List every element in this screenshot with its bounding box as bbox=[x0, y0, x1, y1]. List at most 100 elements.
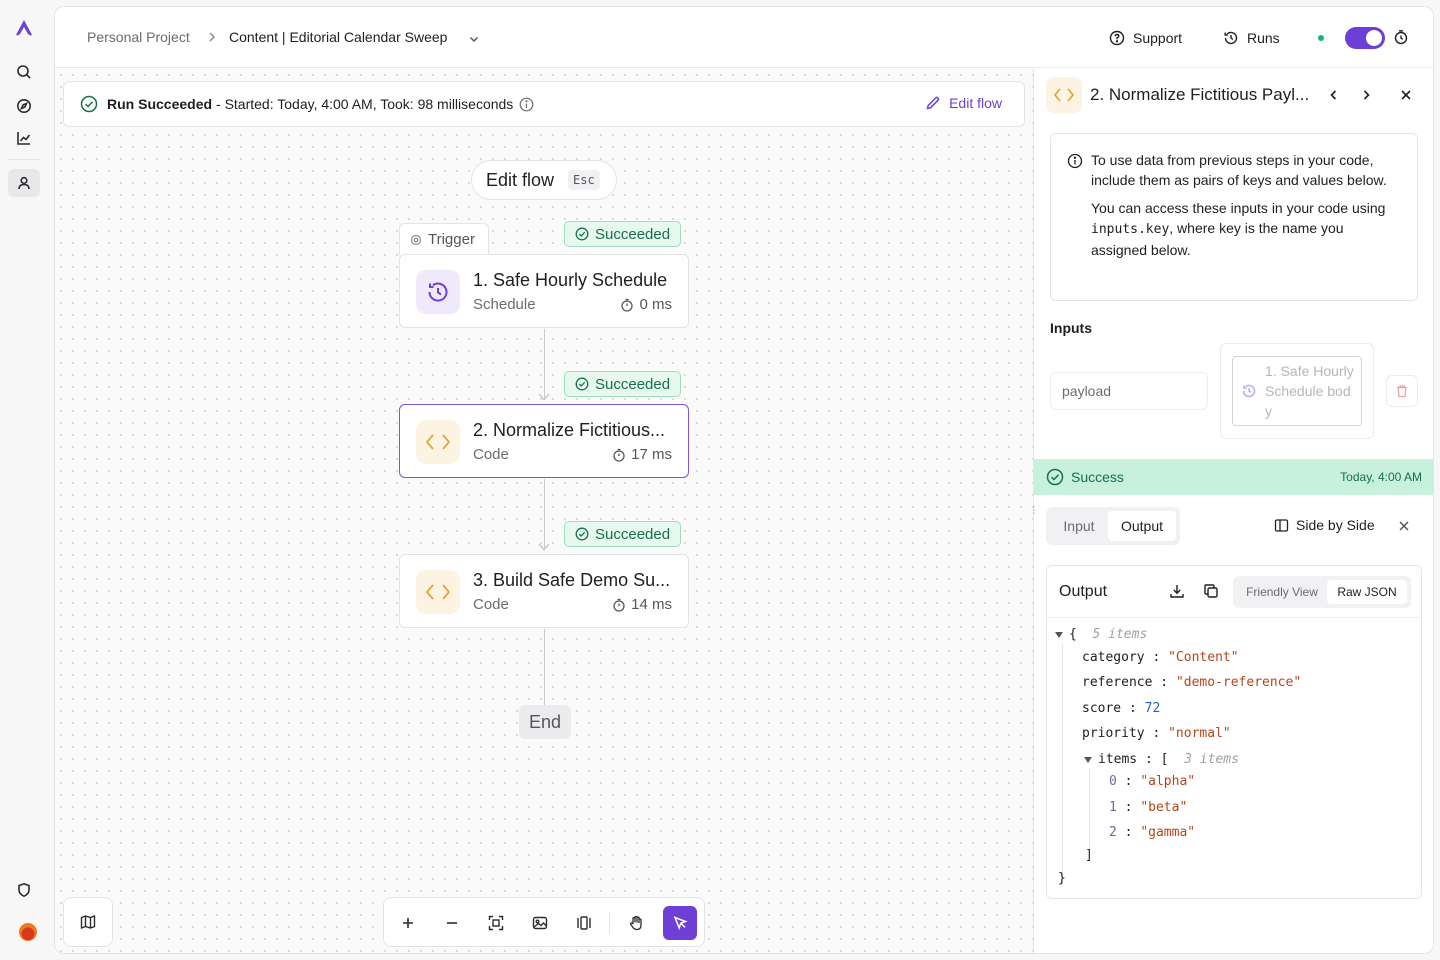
breadcrumb-project[interactable]: Personal Project bbox=[87, 29, 190, 45]
raw-json-option[interactable]: Raw JSON bbox=[1327, 580, 1407, 604]
result-timestamp: Today, 4:00 AM bbox=[1340, 470, 1422, 484]
export-image-button[interactable] bbox=[523, 906, 557, 940]
copy-icon[interactable] bbox=[1203, 583, 1221, 601]
avatar[interactable] bbox=[19, 923, 37, 941]
json-key: items bbox=[1098, 752, 1138, 767]
zoom-in-button[interactable] bbox=[391, 906, 425, 940]
json-array-row: 1 : "beta" bbox=[1109, 800, 1188, 815]
input-key-field[interactable]: payload bbox=[1050, 372, 1208, 410]
stopwatch-icon bbox=[621, 298, 634, 312]
connector-line bbox=[544, 629, 545, 705]
stopwatch-icon bbox=[613, 448, 625, 462]
cursor-pointer-icon bbox=[673, 916, 688, 931]
tab-input[interactable]: Input bbox=[1050, 511, 1108, 541]
output-card: Output Friendly View Raw JSON {5 items … bbox=[1046, 565, 1422, 899]
step-detail-panel: ⋮ 2. Normalize Fictitious Payl... To use… bbox=[1029, 69, 1433, 953]
panel-resize-handle[interactable]: ⋮ bbox=[1029, 503, 1039, 519]
shield-icon[interactable] bbox=[8, 876, 40, 904]
logo-icon[interactable] bbox=[8, 14, 40, 42]
zoom-out-button[interactable] bbox=[435, 906, 469, 940]
step-type: Schedule bbox=[473, 296, 536, 313]
duration-value: 14 ms bbox=[631, 596, 672, 613]
user-icon[interactable] bbox=[8, 169, 40, 197]
tab-output[interactable]: Output bbox=[1108, 511, 1176, 541]
code-brackets-icon bbox=[416, 570, 460, 614]
side-by-side-button[interactable]: Side by Side bbox=[1274, 517, 1375, 533]
output-card-header: Output Friendly View Raw JSON bbox=[1047, 566, 1421, 618]
step-node-2[interactable]: 2. Normalize Fictitious... Code 17 ms bbox=[399, 404, 689, 478]
edit-flow-button[interactable]: Edit flow bbox=[925, 95, 1002, 111]
json-row: priority : "normal" bbox=[1082, 726, 1231, 741]
check-circle-icon bbox=[575, 527, 589, 541]
delete-input-button[interactable] bbox=[1386, 375, 1418, 407]
friendly-view-option[interactable]: Friendly View bbox=[1237, 580, 1327, 604]
run-status-banner: Run Succeeded - Started: Today, 4:00 AM,… bbox=[63, 81, 1025, 127]
main-frame: Personal Project Content | Editorial Cal… bbox=[54, 6, 1434, 954]
columns-icon bbox=[577, 916, 591, 930]
step-1-status-badge: Succeeded bbox=[564, 221, 682, 247]
publish-timer-icon[interactable] bbox=[1393, 29, 1409, 50]
panel-step-title: 2. Normalize Fictitious Payl... bbox=[1090, 85, 1310, 104]
json-row: reference : "demo-reference" bbox=[1082, 675, 1302, 690]
search-icon[interactable] bbox=[8, 58, 40, 86]
edit-flow-label: Edit flow bbox=[949, 95, 1002, 111]
pan-mode-button[interactable] bbox=[619, 906, 653, 940]
step-duration: 0 ms bbox=[620, 296, 672, 313]
fit-view-button[interactable] bbox=[479, 906, 513, 940]
explore-compass-icon[interactable] bbox=[8, 92, 40, 120]
edit-flow-pill[interactable]: Edit flow Esc bbox=[471, 160, 617, 200]
toggle-layout-button[interactable] bbox=[567, 906, 601, 940]
minimap-toggle-button[interactable] bbox=[63, 897, 113, 947]
previous-step-chevron-left-icon[interactable] bbox=[1324, 85, 1344, 105]
schedule-clock-icon bbox=[416, 270, 460, 314]
check-circle-icon bbox=[80, 95, 98, 113]
trigger-tab: Trigger bbox=[399, 223, 489, 255]
json-value: "alpha" bbox=[1140, 774, 1196, 789]
close-result-icon[interactable] bbox=[1398, 519, 1410, 537]
minus-icon bbox=[447, 922, 457, 924]
support-button[interactable]: Support bbox=[1109, 25, 1182, 51]
close-panel-icon[interactable] bbox=[1396, 85, 1416, 105]
collapse-triangle-icon bbox=[1055, 631, 1063, 638]
json-value: 72 bbox=[1144, 701, 1161, 716]
left-rail bbox=[0, 0, 48, 960]
analytics-chart-icon[interactable] bbox=[8, 124, 40, 152]
step-type: Code bbox=[473, 446, 509, 463]
flow-menu-chevron-down-icon[interactable] bbox=[467, 29, 481, 51]
step-node-3[interactable]: 3. Build Safe Demo Su... Code 14 ms bbox=[399, 554, 689, 628]
runs-label: Runs bbox=[1247, 30, 1280, 46]
step-node-1[interactable]: 1. Safe Hourly Schedule Schedule 0 ms bbox=[399, 254, 689, 328]
rail-divider bbox=[8, 159, 40, 160]
connector-arrow-icon bbox=[538, 543, 550, 551]
breadcrumb-chevron-icon bbox=[207, 29, 217, 46]
run-status-text: Run Succeeded bbox=[107, 96, 213, 112]
info-text: You can access these inputs in your code… bbox=[1091, 200, 1386, 216]
flow-enabled-toggle[interactable] bbox=[1345, 27, 1385, 49]
app-root: Personal Project Content | Editorial Cal… bbox=[0, 0, 1440, 960]
json-items-array-open[interactable]: items : [ 3 items bbox=[1084, 751, 1239, 769]
step-duration: 17 ms bbox=[612, 446, 672, 463]
breadcrumb-flow-name[interactable]: Content | Editorial Calendar Sweep bbox=[229, 29, 447, 45]
help-circle-icon bbox=[1109, 30, 1125, 46]
select-mode-button[interactable] bbox=[663, 906, 697, 940]
next-step-chevron-right-icon[interactable] bbox=[1356, 85, 1376, 105]
info-paragraph-2: You can access these inputs in your code… bbox=[1091, 198, 1397, 260]
step-3-status-badge: Succeeded bbox=[564, 521, 682, 547]
json-root-open[interactable]: { 5 items bbox=[1055, 626, 1147, 644]
info-paragraph-1: To use data from previous steps in your … bbox=[1091, 152, 1387, 188]
json-value: "Content" bbox=[1168, 650, 1239, 665]
support-label: Support bbox=[1133, 30, 1183, 46]
input-value-field[interactable]: 1. Safe Hourly Schedule body bbox=[1232, 356, 1362, 426]
download-icon[interactable] bbox=[1169, 583, 1187, 601]
json-array-close: ] bbox=[1085, 848, 1093, 863]
top-bar: Personal Project Content | Editorial Cal… bbox=[55, 7, 1433, 68]
check-circle-icon bbox=[575, 227, 589, 241]
escape-key-hint: Esc bbox=[568, 170, 600, 190]
flow-canvas[interactable]: Run Succeeded - Started: Today, 4:00 AM,… bbox=[55, 69, 1033, 953]
info-icon[interactable] bbox=[519, 97, 534, 112]
step-2-status-badge: Succeeded bbox=[564, 371, 682, 397]
json-item-count: 5 items bbox=[1092, 627, 1148, 642]
step-title: 1. Safe Hourly Schedule bbox=[473, 270, 668, 290]
runs-button[interactable]: Runs bbox=[1223, 25, 1280, 51]
image-icon bbox=[532, 916, 548, 930]
